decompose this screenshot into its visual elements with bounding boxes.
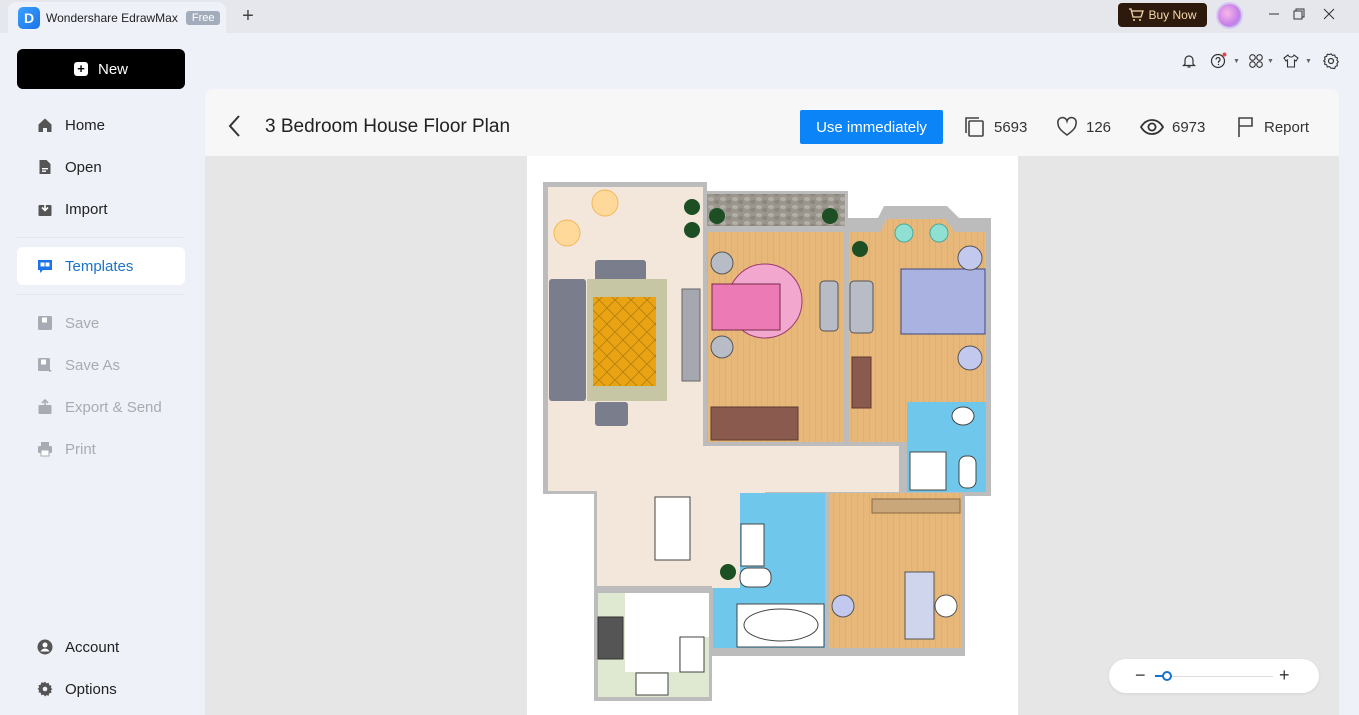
template-preview-panel: 3 Bedroom House Floor Plan Use immediate… <box>205 89 1339 715</box>
sidebar-item-export-send[interactable]: Export & Send <box>17 388 185 426</box>
sidebar-item-label: Home <box>65 116 106 134</box>
views-stat: 6973 <box>1140 115 1205 139</box>
likes-stat[interactable]: 126 <box>1056 115 1111 139</box>
sidebar-item-label: Account <box>65 638 120 656</box>
save-as-icon <box>37 357 53 373</box>
theme-shirt-icon[interactable] <box>1282 52 1300 70</box>
user-avatar[interactable] <box>1216 2 1243 29</box>
buy-now-label: Buy Now <box>1148 8 1197 22</box>
sidebar-item-import[interactable]: Import <box>17 190 185 228</box>
sidebar-item-home[interactable]: Home <box>17 106 185 144</box>
flag-icon <box>1238 117 1253 137</box>
sidebar-item-save-as[interactable]: Save As <box>17 346 185 384</box>
zoom-control: − + <box>1109 659 1319 693</box>
heart-icon <box>1057 116 1077 136</box>
views-count: 6973 <box>1172 118 1206 136</box>
close-button[interactable] <box>1317 4 1341 28</box>
sidebar-item-label: Print <box>65 440 96 458</box>
import-icon <box>37 201 53 217</box>
zoom-in-button[interactable]: + <box>1279 665 1293 685</box>
close-icon <box>1323 8 1335 20</box>
sidebar-item-label: Options <box>65 680 117 698</box>
sidebar-divider <box>15 237 185 238</box>
new-label: New <box>97 60 128 78</box>
apps-icon[interactable] <box>1247 52 1265 70</box>
use-immediately-button[interactable]: Use immediately <box>800 110 943 144</box>
report-label: Report <box>1264 118 1310 136</box>
restore-button[interactable] <box>1287 4 1311 28</box>
sidebar-item-account[interactable]: Account <box>17 628 185 666</box>
sidebar-item-label: Save <box>65 314 100 332</box>
sidebar-divider <box>15 294 185 295</box>
export-icon <box>37 399 53 415</box>
file-icon <box>37 159 53 175</box>
eye-icon <box>1140 119 1164 135</box>
sidebar-item-templates[interactable]: Templates <box>17 247 185 285</box>
free-badge: Free <box>185 10 221 25</box>
sidebar-item-label: Open <box>65 158 102 176</box>
apps-caret-icon[interactable]: ▼ <box>1267 58 1274 65</box>
sidebar-item-label: Save As <box>65 356 121 374</box>
back-arrow-icon[interactable] <box>225 113 245 139</box>
cart-icon <box>1129 8 1145 21</box>
settings-icon[interactable] <box>1322 52 1340 70</box>
sidebar-item-save[interactable]: Save <box>17 304 185 342</box>
restore-icon <box>1293 8 1305 20</box>
help-caret-icon[interactable]: ▼ <box>1233 58 1240 65</box>
report-button[interactable]: Report <box>1236 115 1309 139</box>
save-icon <box>37 315 53 331</box>
template-title: 3 Bedroom House Floor Plan <box>265 116 511 137</box>
edrawmax-logo-icon: D <box>18 6 40 29</box>
help-icon[interactable] <box>1210 52 1228 70</box>
floor-plan-sheet <box>527 156 1018 715</box>
zoom-slider-track[interactable] <box>1155 676 1273 677</box>
sidebar-item-options[interactable]: Options <box>17 670 185 708</box>
account-icon <box>37 639 53 655</box>
zoom-slider-handle[interactable] <box>1161 671 1172 681</box>
sidebar-item-label: Export & Send <box>65 398 162 416</box>
likes-count: 126 <box>1086 118 1112 136</box>
buy-now-button[interactable]: Buy Now <box>1118 3 1207 27</box>
sidebar-item-label: Import <box>65 200 108 218</box>
minimize-icon <box>1269 13 1279 15</box>
template-header: 3 Bedroom House Floor Plan Use immediate… <box>205 89 1339 156</box>
sidebar-item-label: Templates <box>65 257 134 275</box>
gear-icon <box>37 681 53 697</box>
copy-icon <box>965 117 984 137</box>
copies-stat[interactable]: 5693 <box>964 115 1027 139</box>
new-button[interactable]: + New <box>17 49 185 89</box>
zoom-out-button[interactable]: − <box>1135 665 1147 685</box>
copies-count: 5693 <box>994 118 1028 136</box>
plus-icon: + <box>73 62 88 76</box>
title-bar: D Wondershare EdrawMax Free + Buy Now <box>0 0 1359 33</box>
home-icon <box>37 117 53 133</box>
templates-icon <box>37 258 53 274</box>
sidebar-item-print[interactable]: Print <box>17 430 185 468</box>
floor-plan-image <box>543 182 991 701</box>
theme-caret-icon[interactable]: ▼ <box>1305 58 1312 65</box>
sidebar-item-open[interactable]: Open <box>17 148 185 186</box>
bell-icon[interactable] <box>1180 52 1198 70</box>
print-icon <box>37 441 53 457</box>
preview-canvas <box>205 156 1339 715</box>
new-tab-button[interactable]: + <box>238 5 258 27</box>
minimize-button[interactable] <box>1262 4 1286 28</box>
tab-title: Wondershare EdrawMax <box>46 10 178 25</box>
app-tab[interactable]: D Wondershare EdrawMax Free <box>8 2 226 33</box>
